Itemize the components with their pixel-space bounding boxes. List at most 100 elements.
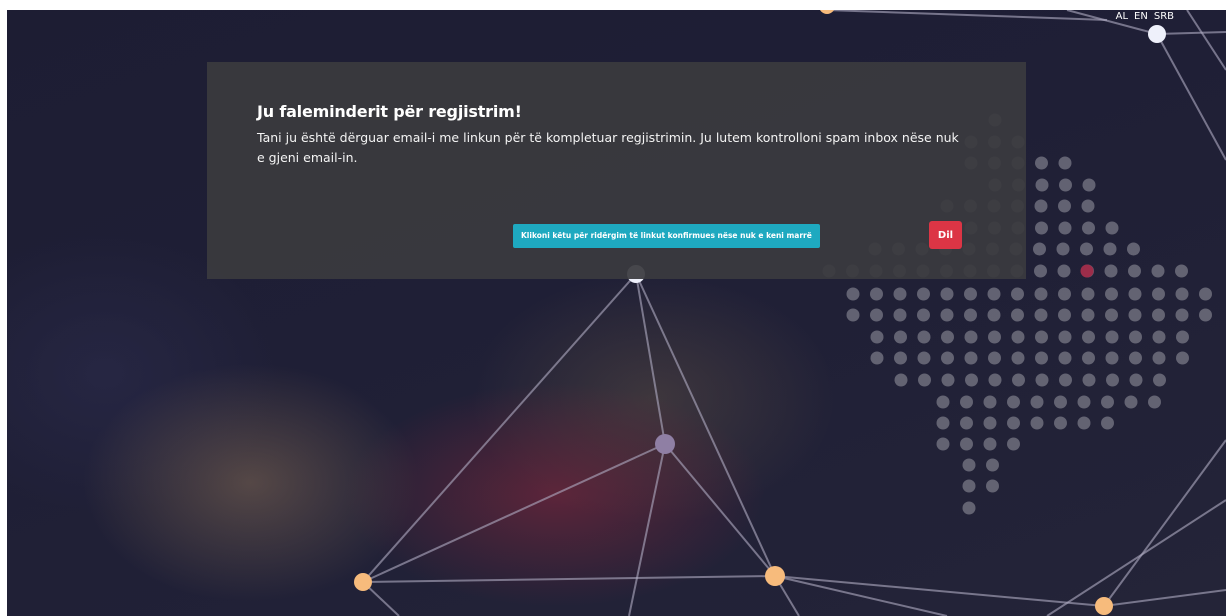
background-scene: AL EN SRB Ju faleminderit për regjistrim…	[7, 10, 1226, 616]
dot	[1035, 178, 1049, 192]
dot	[1106, 373, 1119, 387]
dot	[894, 373, 908, 387]
dot	[893, 287, 907, 301]
dot	[1176, 330, 1189, 344]
dot	[870, 330, 884, 344]
dot	[1058, 221, 1072, 235]
dot	[960, 395, 973, 409]
dot	[1105, 287, 1118, 301]
network-node	[765, 566, 785, 586]
dot	[1058, 287, 1071, 301]
dot	[1058, 308, 1071, 322]
dot	[917, 330, 931, 344]
dot	[936, 395, 950, 409]
network-line	[1103, 589, 1226, 607]
dot	[870, 308, 883, 322]
language-option-en[interactable]: EN	[1134, 11, 1148, 22]
dot	[960, 416, 973, 430]
dot	[987, 287, 1001, 301]
dot	[1148, 395, 1161, 409]
network-line	[362, 443, 666, 583]
dot	[893, 308, 907, 322]
logout-button[interactable]: Dil	[929, 221, 962, 249]
network-line	[774, 575, 1105, 607]
dot	[1058, 156, 1072, 170]
network-line	[1186, 10, 1226, 71]
network-node	[354, 573, 372, 591]
dot	[941, 351, 954, 365]
dot	[1082, 178, 1096, 192]
dot	[1175, 308, 1189, 322]
dot	[1082, 351, 1095, 365]
dot	[1101, 395, 1114, 409]
dot	[941, 373, 955, 387]
dot	[1152, 351, 1166, 365]
network-node	[655, 434, 675, 454]
dot	[983, 395, 997, 409]
dot	[894, 330, 907, 344]
dot	[1056, 242, 1070, 256]
dot	[1058, 330, 1072, 344]
network-line	[1103, 439, 1226, 607]
dot	[962, 479, 976, 493]
dot	[1081, 287, 1095, 301]
network-line	[628, 443, 666, 616]
network-line	[362, 273, 637, 583]
dot	[1007, 395, 1020, 409]
dot	[1057, 264, 1071, 278]
dot	[1034, 287, 1048, 301]
dot	[1175, 287, 1189, 301]
dot	[1101, 416, 1114, 430]
dot	[1129, 351, 1142, 365]
dot	[1077, 395, 1091, 409]
dot	[960, 437, 973, 451]
dot	[917, 308, 930, 322]
dot	[1153, 373, 1166, 387]
dot	[1007, 437, 1020, 451]
dot	[1034, 199, 1048, 213]
dot	[1054, 416, 1067, 430]
dot	[1176, 351, 1189, 365]
dot	[1011, 287, 1024, 301]
dot	[917, 351, 931, 365]
dot	[1128, 287, 1142, 301]
dot	[1035, 330, 1048, 344]
network-line	[664, 443, 776, 577]
language-option-al[interactable]: AL	[1116, 11, 1128, 22]
dot	[1035, 373, 1049, 387]
network-line	[635, 273, 776, 577]
dot	[964, 330, 978, 344]
dot	[965, 373, 978, 387]
dot	[936, 416, 950, 430]
dot	[1012, 373, 1025, 387]
dot	[1035, 351, 1048, 365]
language-option-srb[interactable]: SRB	[1154, 11, 1174, 22]
dot	[870, 287, 883, 301]
dot	[1030, 416, 1044, 430]
dot	[964, 308, 977, 322]
dot	[894, 351, 907, 365]
dot	[1128, 264, 1141, 278]
resend-confirmation-button[interactable]: Klikoni këtu për ridërgim të linkut konf…	[513, 224, 820, 248]
dot	[1081, 199, 1095, 213]
dot	[940, 287, 954, 301]
dot	[1105, 308, 1118, 322]
dot	[1127, 242, 1140, 256]
dot	[1082, 330, 1095, 344]
dot	[1054, 395, 1067, 409]
dot	[1035, 156, 1048, 170]
network-line	[774, 575, 948, 616]
network-line	[635, 273, 666, 445]
dot	[1011, 308, 1024, 322]
language-switch: AL EN SRB	[1116, 11, 1174, 22]
dot	[1128, 308, 1142, 322]
dot	[1124, 395, 1138, 409]
dot	[918, 373, 931, 387]
dot	[941, 330, 954, 344]
dot	[1129, 373, 1143, 387]
dot	[1059, 178, 1072, 192]
dot	[1151, 264, 1165, 278]
dot	[986, 479, 999, 493]
dot	[964, 351, 978, 365]
dot	[988, 373, 1002, 387]
